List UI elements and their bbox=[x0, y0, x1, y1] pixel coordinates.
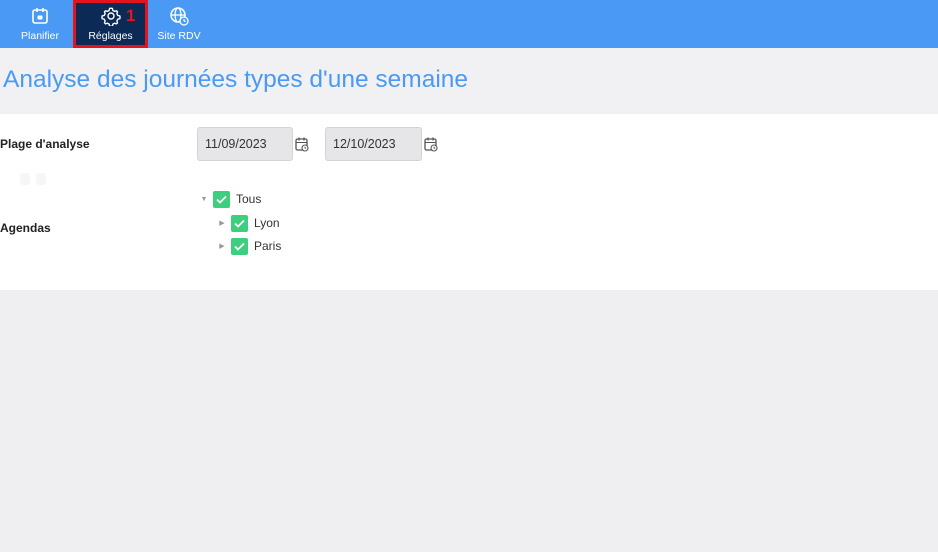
tree-node-label: Tous bbox=[236, 192, 262, 206]
checkbox-paris[interactable] bbox=[231, 237, 248, 255]
tree-node-tous: ▼ Tous bbox=[199, 190, 261, 208]
calendar-icon bbox=[31, 6, 49, 26]
nav-item-planifier[interactable]: Planifier bbox=[8, 0, 72, 48]
check-icon bbox=[234, 242, 245, 251]
checkbox-tous[interactable] bbox=[213, 190, 230, 208]
nav-item-reglages[interactable]: 1 Réglages bbox=[73, 0, 148, 48]
nav-item-label: Site RDV bbox=[157, 30, 201, 42]
check-icon bbox=[234, 219, 245, 228]
tree-node-lyon: ▶ Lyon bbox=[217, 214, 280, 232]
nav-item-label: Planifier bbox=[21, 30, 59, 42]
caret-right-icon[interactable]: ▶ bbox=[217, 219, 227, 227]
range-label: Plage d'analyse bbox=[0, 137, 90, 151]
settings-panel bbox=[0, 114, 938, 290]
calendar-picker-icon[interactable] bbox=[295, 136, 309, 152]
check-icon bbox=[216, 195, 227, 204]
caret-down-icon[interactable]: ▼ bbox=[199, 196, 209, 203]
nav-item-site-rdv[interactable]: Site RDV bbox=[147, 0, 211, 48]
gear-icon bbox=[100, 6, 121, 26]
tree-node-label: Paris bbox=[254, 239, 282, 253]
nav-item-label: Réglages bbox=[88, 30, 133, 42]
notification-badge: 1 bbox=[126, 6, 136, 25]
end-date-input[interactable] bbox=[325, 127, 422, 161]
globe-icon bbox=[169, 6, 189, 26]
page-title: Analyse des journées types d'une semaine bbox=[3, 66, 469, 93]
tree-node-paris: ▶ Paris bbox=[217, 237, 281, 255]
top-nav-bar: Planifier 1 Réglages Site RDV bbox=[0, 0, 938, 48]
faint-decoration bbox=[18, 170, 50, 188]
agendas-label: Agendas bbox=[0, 221, 51, 235]
calendar-picker-icon[interactable] bbox=[424, 136, 438, 152]
tree-node-label: Lyon bbox=[254, 216, 280, 230]
checkbox-lyon[interactable] bbox=[231, 214, 248, 232]
caret-right-icon[interactable]: ▶ bbox=[217, 242, 227, 250]
start-date-input[interactable] bbox=[197, 127, 293, 161]
